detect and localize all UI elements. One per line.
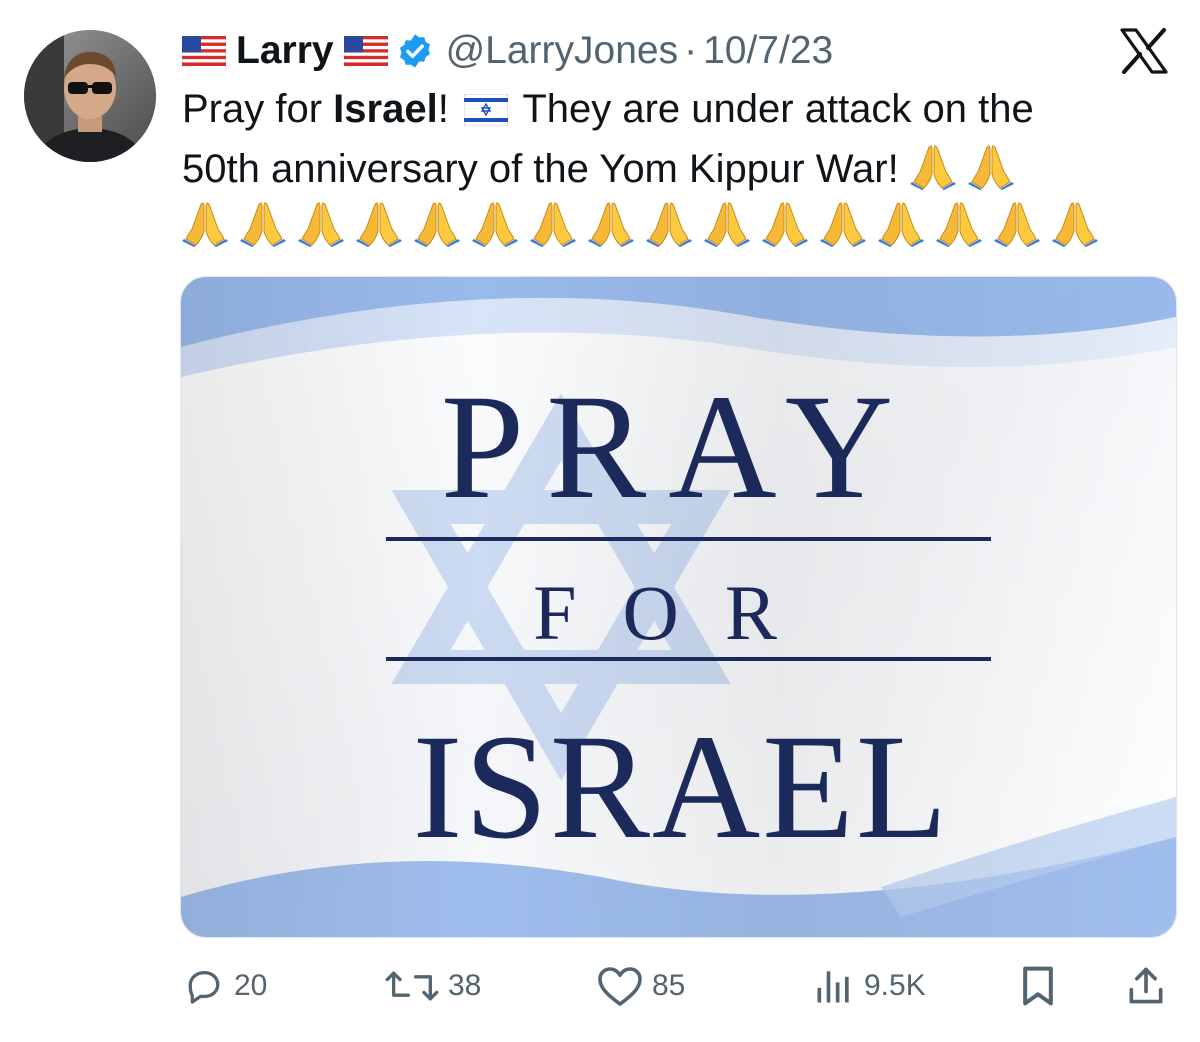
reply-button[interactable]: 20 [182,960,267,1012]
tweet-action-bar: 20 38 85 9.5K [0,960,1200,1012]
pray-for-israel-image: PRAY FOR ISRAEL [181,277,1176,937]
x-logo-icon[interactable] [1118,28,1170,74]
retweet-icon [385,971,439,1001]
user-handle[interactable]: @LarryJones [446,29,679,73]
tweet-header: Larry @LarryJones · 10/7/23 [182,26,833,76]
media-text-pray: PRAY [441,364,915,530]
meta-separator: · [684,29,698,72]
display-name[interactable]: Larry [236,29,334,73]
folded-hands-icon [878,202,924,247]
folded-hands-icon [298,202,344,247]
tweet-text: Pray for [182,87,334,131]
folded-hands-icon [240,202,286,247]
folded-hands-icon [1052,202,1098,247]
avatar[interactable] [24,30,156,162]
views-icon [817,971,849,1003]
share-button[interactable] [1124,960,1176,1012]
divider [386,657,991,661]
tweet-text-line-3 [182,197,1110,255]
folded-hands-icon [762,202,808,247]
media-text-israel: ISRAEL [413,704,950,870]
like-icon [598,967,642,1006]
avatar-photo [24,30,156,162]
bookmark-button[interactable] [1018,960,1066,1012]
tweet-text-line-2: 50th anniversary of the Yom Kippur War! [182,140,1026,198]
folded-hands-icon [588,202,634,247]
folded-hands-icon [182,202,228,247]
folded-hands-icon [936,202,982,247]
israel-flag-icon [463,94,508,126]
folded-hands-icon [909,145,956,190]
us-flag-icon [182,36,226,66]
media-text-for: FOR [533,569,823,656]
folded-hands-icon [530,202,576,247]
folded-hands-icon [414,202,460,247]
folded-hands-icon [472,202,518,247]
tweet-text: They are under attack on the [511,87,1034,131]
tweet-text: ! [437,87,449,131]
views-button[interactable]: 9.5K [812,960,926,1012]
retweet-count: 38 [448,969,482,1002]
folded-hands-icon [994,202,1040,247]
folded-hands-icon [820,202,866,247]
share-icon [1129,967,1163,1004]
divider [386,537,991,541]
like-button[interactable]: 85 [596,960,685,1012]
folded-hands-icon [967,145,1014,190]
us-flag-icon [343,36,388,66]
tweet-text-line-1: Pray for Israel! They are under attack o… [182,80,1034,138]
tweet-text-bold: Israel [333,87,438,131]
reply-icon [188,970,220,1004]
verified-badge-icon [399,34,430,68]
emoji-group [909,145,1026,191]
tweet-text: 50th anniversary of the Yom Kippur War! [182,147,899,191]
view-count: 9.5K [864,969,926,1002]
retweet-button[interactable]: 38 [384,960,481,1012]
tweet-date[interactable]: 10/7/23 [703,29,833,73]
folded-hands-icon [704,202,750,247]
like-count: 85 [652,969,686,1002]
folded-hands-icon [356,202,402,247]
bookmark-icon [1023,966,1053,1006]
folded-hands-icon [646,202,692,247]
tweet-media-image[interactable]: PRAY FOR ISRAEL [180,276,1177,938]
reply-count: 20 [234,969,268,1002]
